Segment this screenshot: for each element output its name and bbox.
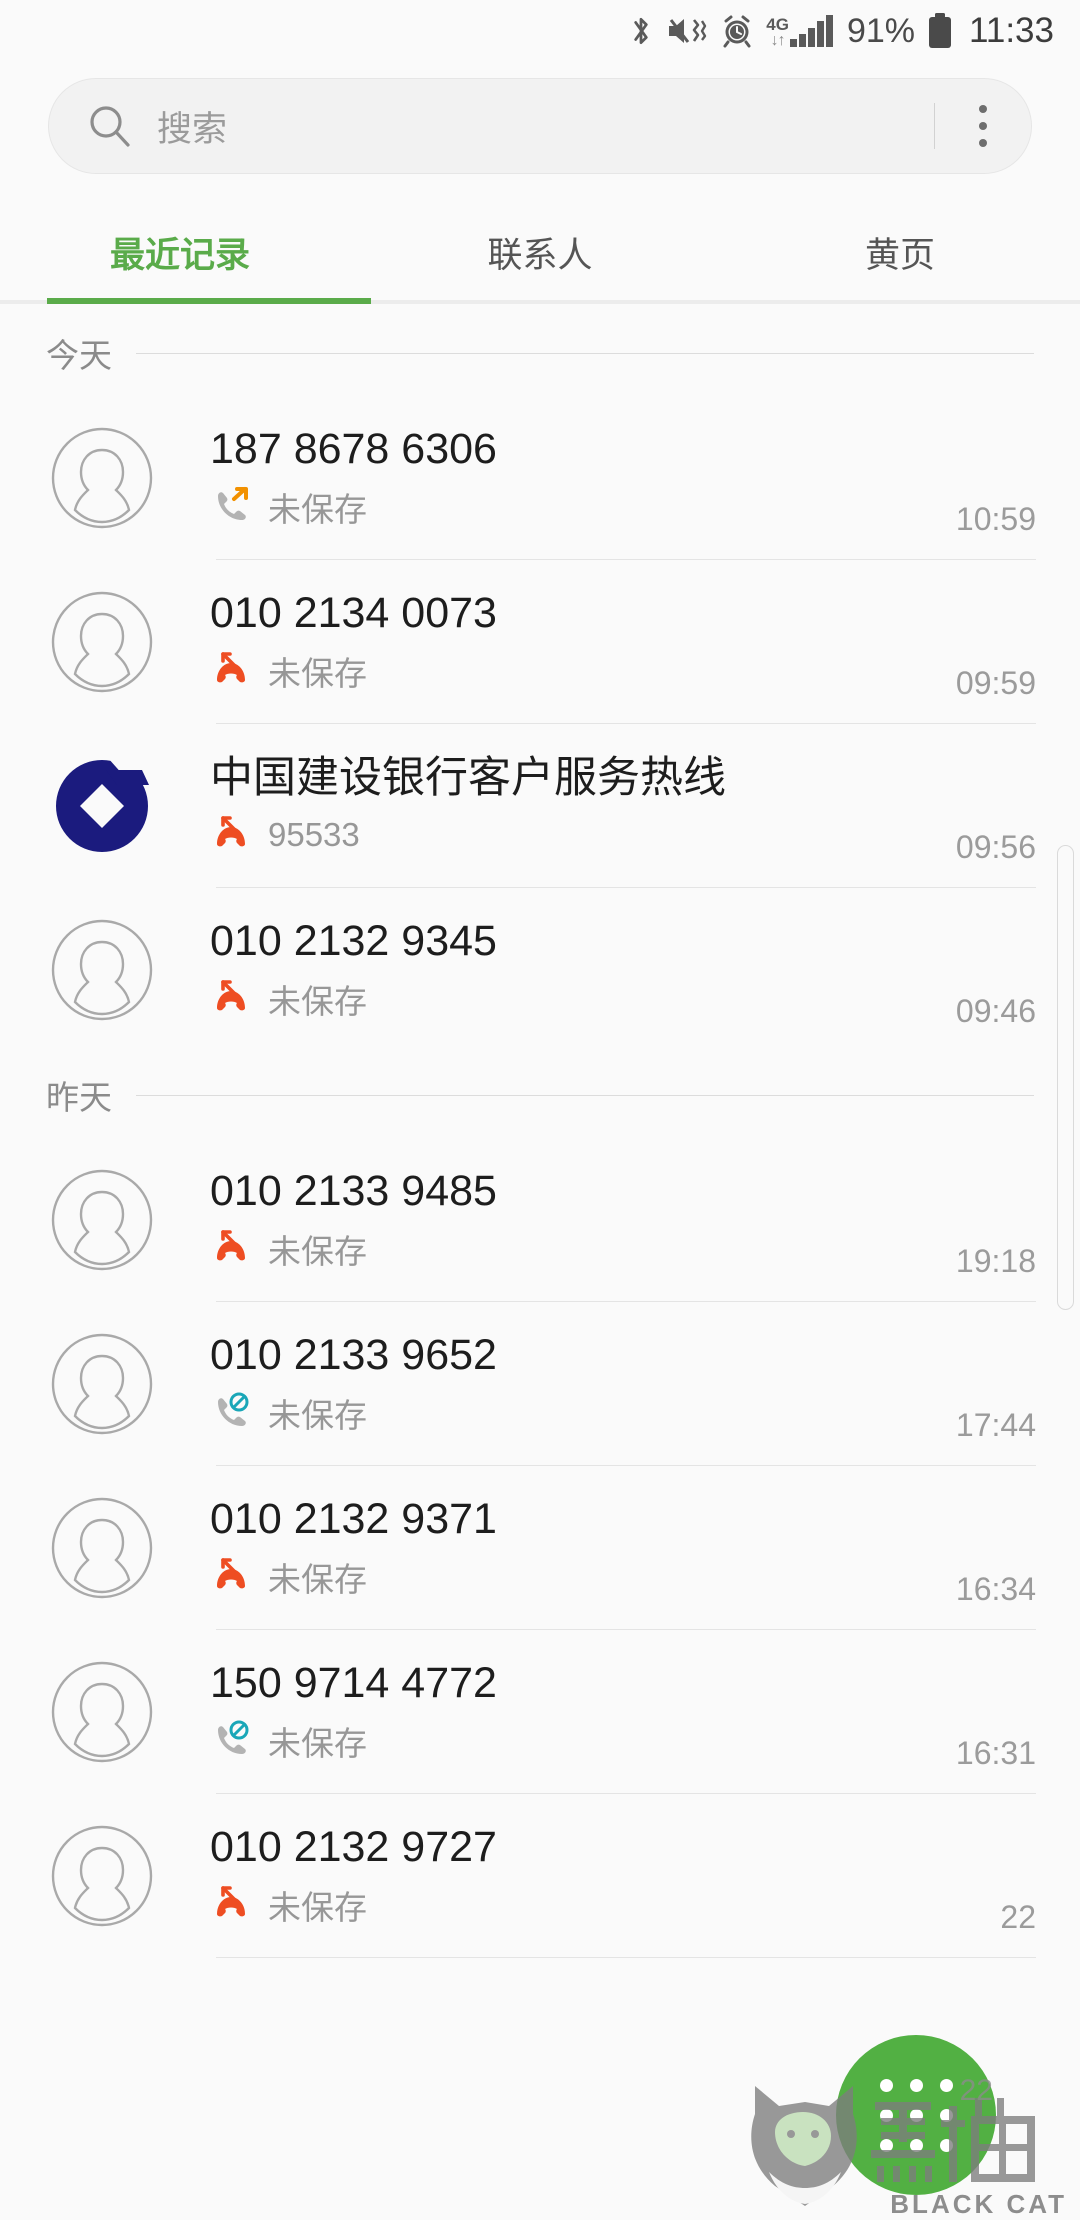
- dialpad-fab-button[interactable]: [836, 2035, 996, 2195]
- call-time: 09:56: [955, 829, 1036, 865]
- call-title: 010 2134 0073: [210, 588, 497, 637]
- phone-screen: 4G ↓↑ 91% 11:33 搜索 最近记录 联系人 黄页 今天 187 86…: [0, 0, 1080, 2220]
- call-time: 17:44: [955, 1407, 1036, 1443]
- status-bar-clock: 11:33: [969, 11, 1054, 50]
- person-placeholder-avatar: [46, 1328, 158, 1440]
- person-placeholder-avatar: [46, 586, 158, 698]
- blocked-call-icon: [210, 1719, 252, 1764]
- section-rule: [136, 352, 1034, 354]
- call-log-row[interactable]: 010 2132 9371 未保存 16:34: [0, 1466, 1080, 1630]
- call-log-row[interactable]: 中国建设银行客户服务热线 95533 09:56: [0, 724, 1080, 888]
- person-placeholder-avatar: [46, 914, 158, 1026]
- scrollbar-thumb[interactable]: [1057, 845, 1074, 1310]
- call-log-row[interactable]: 010 2133 9485 未保存 19:18: [0, 1138, 1080, 1302]
- ccb-bank-logo: [46, 750, 158, 862]
- alarm-icon: [720, 14, 754, 48]
- call-subtitle: 未保存: [268, 1561, 367, 1599]
- tab-recent[interactable]: 最近记录: [0, 200, 360, 304]
- network-type-indicator: 4G ↓↑: [766, 14, 789, 49]
- call-title: 010 2133 9485: [210, 1166, 497, 1215]
- call-subtitle: 未保存: [268, 983, 367, 1021]
- person-placeholder-avatar: [46, 1656, 158, 1768]
- call-subtitle: 未保存: [268, 491, 367, 529]
- missed-call-icon: [210, 1555, 252, 1600]
- tab-contacts-label: 联系人: [487, 235, 593, 275]
- tab-active-underline: [47, 298, 371, 304]
- call-title: 187 8678 6306: [210, 424, 497, 473]
- section-rule: [136, 1094, 1034, 1096]
- section-header-today: 今天: [0, 310, 1080, 396]
- section-label: 昨天: [46, 1079, 112, 1116]
- status-bar: 4G ↓↑ 91% 11:33: [0, 0, 1080, 62]
- signal-bars-icon: [789, 14, 835, 48]
- call-time: 22: [1000, 1899, 1036, 1935]
- mute-vibrate-icon: [666, 15, 708, 47]
- person-placeholder-avatar: [46, 1492, 158, 1604]
- call-time: 16:31: [955, 1735, 1036, 1771]
- call-subtitle: 未保存: [268, 1233, 367, 1271]
- tab-yellowpages-label: 黄页: [864, 235, 935, 275]
- call-time: 16:34: [955, 1571, 1036, 1607]
- dialpad-icon: [879, 2078, 953, 2152]
- call-log-row[interactable]: 010 2132 9345 未保存 09:46: [0, 888, 1080, 1052]
- call-title: 中国建设银行客户服务热线: [210, 754, 726, 803]
- section-label: 今天: [46, 337, 112, 374]
- person-placeholder-avatar: [46, 1164, 158, 1276]
- call-log-list[interactable]: 今天 187 8678 6306 未保存 10:59 010 2134 0073…: [0, 310, 1080, 2220]
- call-time: 10:59: [955, 501, 1036, 537]
- missed-call-icon: [210, 1883, 252, 1928]
- call-log-row[interactable]: 187 8678 6306 未保存 10:59: [0, 396, 1080, 560]
- call-title: 010 2133 9652: [210, 1330, 497, 1379]
- network-status-group: 4G ↓↑: [766, 14, 835, 48]
- search-bar[interactable]: 搜索: [48, 78, 1032, 174]
- call-time: 19:18: [955, 1243, 1036, 1279]
- call-subtitle: 未保存: [268, 655, 367, 693]
- call-title: 010 2132 9371: [210, 1494, 497, 1543]
- call-time: 09:46: [955, 993, 1036, 1029]
- call-title: 150 9714 4772: [210, 1658, 497, 1707]
- call-log-row[interactable]: 010 2133 9652 未保存 17:44: [0, 1302, 1080, 1466]
- tab-yellowpages[interactable]: 黄页: [720, 200, 1080, 304]
- call-title: 010 2132 9727: [210, 1822, 497, 1871]
- tab-recent-label: 最近记录: [109, 235, 250, 275]
- tab-contacts[interactable]: 联系人: [360, 200, 720, 304]
- person-placeholder-avatar: [46, 422, 158, 534]
- call-time: 09:59: [955, 665, 1036, 701]
- call-subtitle: 未保存: [268, 1397, 367, 1435]
- search-icon: [87, 103, 133, 149]
- bluetooth-icon: [628, 14, 654, 48]
- outgoing-call-icon: [210, 485, 252, 530]
- call-subtitle: 95533: [268, 816, 360, 854]
- battery-percent-label: 91%: [846, 12, 915, 50]
- section-header-yesterday: 昨天: [0, 1052, 1080, 1138]
- call-log-row[interactable]: 010 2132 9727 未保存 22: [0, 1794, 1080, 1958]
- tab-bar: 最近记录 联系人 黄页: [0, 200, 1080, 304]
- more-vertical-icon[interactable]: [935, 78, 1031, 174]
- missed-call-icon: [210, 649, 252, 694]
- missed-call-icon: [210, 977, 252, 1022]
- person-placeholder-avatar: [46, 1820, 158, 1932]
- call-log-row[interactable]: 010 2134 0073 未保存 09:59: [0, 560, 1080, 724]
- missed-call-icon: [210, 813, 252, 858]
- call-subtitle: 未保存: [268, 1889, 367, 1927]
- search-input[interactable]: 搜索: [157, 101, 934, 152]
- missed-call-icon: [210, 1227, 252, 1272]
- battery-icon: [927, 13, 953, 49]
- call-title: 010 2132 9345: [210, 916, 497, 965]
- call-subtitle: 未保存: [268, 1725, 367, 1763]
- blocked-call-icon: [210, 1391, 252, 1436]
- call-log-row[interactable]: 150 9714 4772 未保存 16:31: [0, 1630, 1080, 1794]
